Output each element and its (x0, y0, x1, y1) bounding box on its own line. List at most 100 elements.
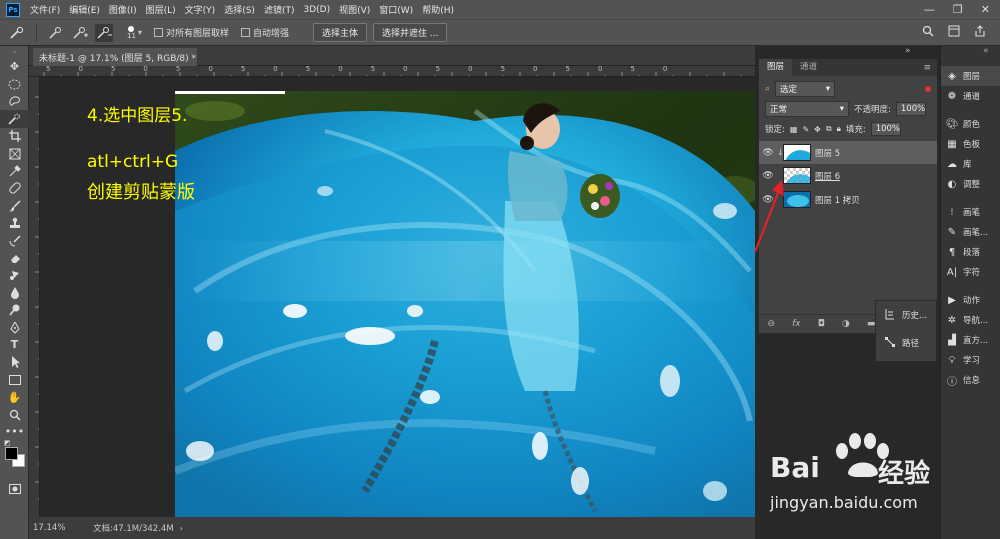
brush-tool-icon[interactable] (0, 197, 29, 214)
opacity-input[interactable]: 100% (895, 102, 926, 116)
side-item-layers[interactable]: ◈ 图层 (941, 66, 1000, 86)
checkbox-box[interactable] (153, 28, 163, 37)
menu-layer[interactable]: 图层(L) (146, 3, 176, 16)
layer-row[interactable]: 👁︎ ↓ 图层 5 (759, 141, 937, 164)
quick-mask-icon[interactable] (0, 481, 29, 498)
side-item-learn[interactable]: 💡︎ 学习 (941, 350, 1000, 370)
eyedropper-tool-icon[interactable] (0, 162, 29, 179)
brush-size-picker[interactable]: 11 (127, 25, 136, 40)
tab-layers[interactable]: 图层 (759, 59, 793, 76)
adjustment-layer-icon[interactable]: ◑ (842, 319, 850, 329)
menu-file[interactable]: 文件(F) (30, 3, 60, 16)
type-tool-icon[interactable]: T (0, 336, 29, 353)
minimize-button[interactable]: — (924, 3, 935, 16)
select-subject-button[interactable]: 选择主体 (312, 23, 367, 42)
lock-position-icon[interactable]: ✥ (814, 125, 821, 134)
foreground-color-swatch[interactable] (5, 446, 18, 460)
lock-all-icon[interactable]: 🔒︎ (837, 124, 841, 134)
side-item-actions[interactable]: ▶ 动作 (941, 290, 1000, 310)
visibility-eye-icon[interactable]: 👁︎ (759, 148, 777, 158)
vertical-ruler (29, 77, 40, 517)
side-item-swatches[interactable]: ▦ 色板 (941, 134, 1000, 154)
menu-window[interactable]: 窗口(W) (379, 3, 413, 16)
tab-channels[interactable]: 通道 (792, 59, 825, 76)
blend-mode-select[interactable]: 正常 ▾ (765, 101, 849, 117)
document-tab[interactable]: 未标题-1 @ 17.1% (图层 5, RGB/8) * × (33, 48, 197, 66)
move-tool-icon[interactable]: ✥ (0, 58, 29, 75)
side-item-histogram[interactable]: ▟ 直方... (941, 330, 1000, 350)
status-menu-arrow-icon[interactable]: › (180, 524, 183, 533)
marquee-tool-icon[interactable] (0, 75, 29, 92)
menu-image[interactable]: 图像(I) (109, 3, 137, 16)
zoom-level[interactable]: 17.14% (33, 523, 83, 533)
lasso-tool-icon[interactable] (0, 93, 29, 110)
sample-all-layers-checkbox[interactable]: 对所有图层取样 (153, 26, 229, 39)
subtract-from-selection-icon[interactable] (95, 23, 113, 42)
side-item-character[interactable]: A| 字符 (941, 262, 1000, 282)
blur-tool-icon[interactable] (0, 284, 29, 301)
auto-enhance-checkbox[interactable]: 自动增强 (240, 26, 289, 39)
dodge-tool-icon[interactable] (0, 301, 29, 318)
frame-tool-icon[interactable] (0, 145, 29, 162)
add-to-selection-icon[interactable] (71, 24, 89, 42)
side-item-libraries[interactable]: ☁ 库 (941, 154, 1000, 174)
document-canvas-image[interactable] (175, 91, 755, 517)
side-item-info[interactable]: ⓘ 信息 (941, 370, 1000, 390)
expand-panels-icon[interactable]: « (941, 46, 1000, 66)
add-mask-icon[interactable]: ◘ (818, 319, 825, 329)
default-colors-icon[interactable]: ◩ (4, 439, 11, 447)
history-brush-tool-icon[interactable] (0, 232, 29, 249)
hand-tool-icon[interactable]: ✋ (0, 388, 29, 405)
menu-select[interactable]: 选择(S) (224, 3, 255, 16)
chevron-down-icon[interactable]: ▾ (138, 28, 142, 37)
filter-toggle-icon[interactable] (925, 86, 931, 92)
path-selection-tool-icon[interactable] (0, 354, 29, 371)
share-icon[interactable] (974, 25, 986, 40)
quick-select-preset-icon[interactable] (8, 24, 26, 42)
menu-3d[interactable]: 3D(D) (303, 5, 330, 15)
menu-help[interactable]: 帮助(H) (422, 3, 454, 16)
close-button[interactable]: ✕ (981, 3, 990, 16)
maximize-button[interactable]: ❐ (953, 3, 963, 16)
search-icon[interactable] (922, 25, 934, 40)
side-item-paragraph[interactable]: ¶ 段落 (941, 242, 1000, 262)
menu-view[interactable]: 视图(V) (339, 3, 370, 16)
collapse-panels-icon[interactable]: » (905, 46, 911, 56)
workspace-icon[interactable] (948, 25, 960, 40)
zoom-tool-icon[interactable] (0, 406, 29, 423)
layer-filter-select[interactable]: 选定 ▾ (775, 81, 836, 97)
new-selection-icon[interactable] (47, 24, 65, 42)
checkbox-box[interactable] (240, 28, 250, 37)
healing-brush-tool-icon[interactable] (0, 180, 29, 197)
link-layers-icon[interactable]: ⊖ (768, 319, 776, 329)
side-item-color[interactable]: 🎨︎ 颜色 (941, 114, 1000, 134)
clone-stamp-tool-icon[interactable] (0, 215, 29, 232)
paths-panel-button[interactable]: 路径 (876, 329, 936, 357)
crop-tool-icon[interactable] (0, 128, 29, 145)
pen-tool-icon[interactable] (0, 319, 29, 336)
side-item-brush-settings[interactable]: ✎ 画笔... (941, 222, 1000, 242)
quick-selection-tool-icon[interactable] (0, 110, 29, 128)
fx-icon[interactable]: fx (792, 319, 801, 329)
panel-menu-icon[interactable]: ≡ (923, 63, 937, 73)
side-item-navigator[interactable]: ✲ 导航... (941, 310, 1000, 330)
lock-paint-icon[interactable]: ✎ (802, 125, 809, 134)
rectangle-tool-icon[interactable] (0, 371, 29, 388)
fill-input[interactable]: 100% (870, 122, 901, 136)
select-and-mask-button[interactable]: 选择并遮住 ... (372, 23, 448, 42)
ruler-mark: 0 (273, 66, 278, 73)
canvas-area[interactable]: 4.选中图层5. atl+ctrl+G 创建剪贴蒙版 (40, 77, 755, 517)
side-item-brushes[interactable]: ⁝ 画笔 (941, 202, 1000, 222)
toolbar-grip-icon[interactable]: » (0, 46, 29, 58)
menu-filter[interactable]: 滤镜(T) (264, 3, 295, 16)
menu-edit[interactable]: 编辑(E) (69, 3, 100, 16)
side-item-adjustments[interactable]: ◐ 调整 (941, 174, 1000, 194)
lock-artboard-icon[interactable]: ⧉ (826, 124, 832, 134)
auto-enhance-label: 自动增强 (252, 29, 289, 39)
eraser-tool-icon[interactable] (0, 249, 29, 266)
gradient-tool-icon[interactable] (0, 267, 29, 284)
side-item-channels[interactable]: ❁ 通道 (941, 86, 1000, 106)
lock-transparent-icon[interactable]: ▦ (790, 125, 798, 134)
menu-type[interactable]: 文字(Y) (185, 3, 216, 16)
history-panel-button[interactable]: 历史... (876, 301, 936, 329)
